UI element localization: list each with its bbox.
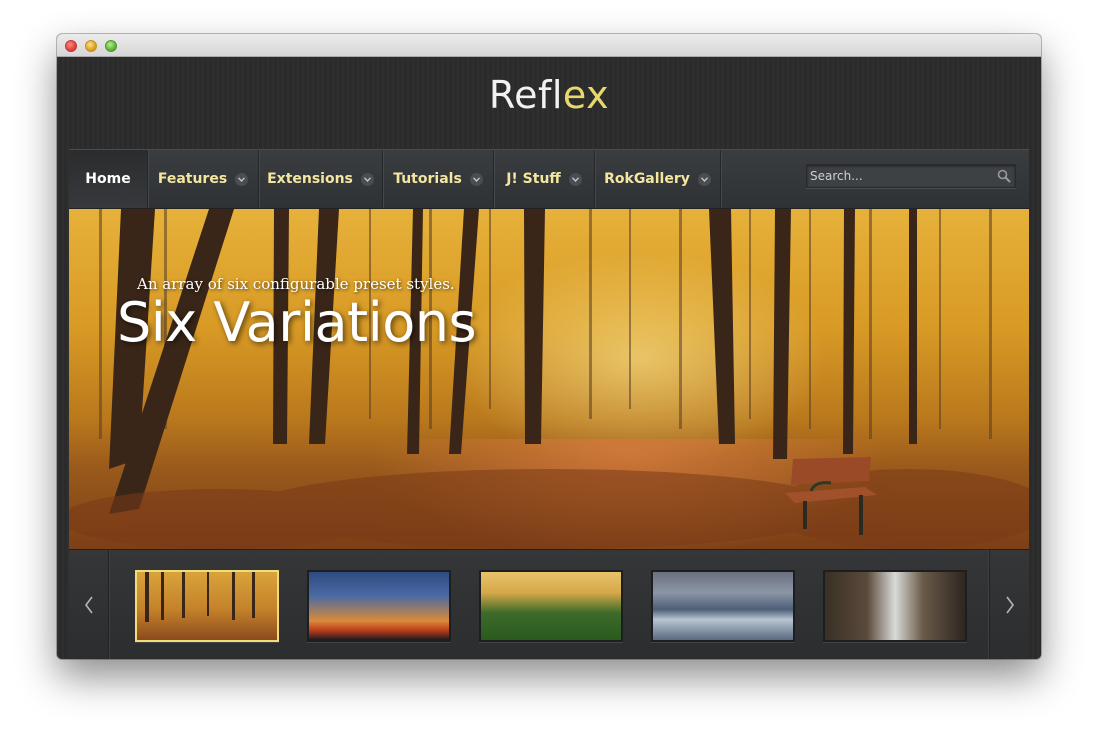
thumbnail-image bbox=[137, 572, 277, 640]
chevron-left-icon bbox=[84, 596, 93, 614]
thumbnail-sunset-clouds[interactable] bbox=[307, 570, 451, 642]
nav-extensions[interactable]: Extensions bbox=[259, 150, 383, 208]
nav-features[interactable]: Features bbox=[148, 150, 259, 208]
bench-image bbox=[785, 457, 877, 535]
nav-extensions-label: Extensions bbox=[267, 171, 353, 187]
browser-window: Reflex Home Features Extensions Tutorial… bbox=[57, 34, 1041, 659]
title-bar bbox=[57, 34, 1041, 57]
gallery-thumbnail-strip bbox=[69, 549, 1029, 659]
previous-slide-button[interactable] bbox=[69, 550, 109, 659]
nav-home-label: Home bbox=[85, 171, 131, 187]
hero-title: Six Variations bbox=[117, 291, 477, 354]
chevron-down-icon bbox=[360, 172, 374, 186]
search-input[interactable] bbox=[807, 165, 993, 187]
nav-rokgallery-label: RokGallery bbox=[604, 171, 690, 187]
chevron-down-icon bbox=[568, 172, 582, 186]
search-icon[interactable] bbox=[993, 165, 1015, 187]
zoom-window-button[interactable] bbox=[105, 40, 117, 52]
nav-home[interactable]: Home bbox=[69, 150, 148, 208]
nav-j-stuff[interactable]: J! Stuff bbox=[494, 150, 595, 208]
thumbnail-image bbox=[309, 572, 449, 640]
close-window-button[interactable] bbox=[65, 40, 77, 52]
nav-rokgallery[interactable]: RokGallery bbox=[595, 150, 721, 208]
chevron-down-icon bbox=[697, 172, 711, 186]
main-navigation: Home Features Extensions Tutorials J! St… bbox=[69, 149, 1029, 209]
thumbnail-mountain-lake[interactable] bbox=[651, 570, 795, 642]
thumbnail-green-field[interactable] bbox=[479, 570, 623, 642]
forest-scene-image bbox=[69, 209, 1029, 549]
nav-features-label: Features bbox=[157, 171, 228, 187]
chevron-right-icon bbox=[1005, 596, 1014, 614]
search-box bbox=[806, 164, 1016, 188]
thumbnail-image bbox=[825, 572, 965, 640]
thumbnail-autumn-forest[interactable] bbox=[135, 570, 279, 642]
thumbnail-image bbox=[653, 572, 793, 640]
logo-accent: ex bbox=[562, 73, 610, 117]
nav-j-stuff-label: J! Stuff bbox=[506, 171, 561, 187]
nav-tutorials-label: Tutorials bbox=[393, 171, 462, 187]
site-logo[interactable]: Reflex bbox=[57, 73, 1041, 117]
chevron-down-icon bbox=[469, 172, 483, 186]
site-page: Reflex Home Features Extensions Tutorial… bbox=[57, 57, 1041, 659]
minimize-window-button[interactable] bbox=[85, 40, 97, 52]
chevron-down-icon bbox=[235, 172, 249, 186]
nav-tutorials[interactable]: Tutorials bbox=[383, 150, 494, 208]
thumbnail-waterfall[interactable] bbox=[823, 570, 967, 642]
thumbnail-image bbox=[481, 572, 621, 640]
hero-slideshow: An array of six configurable preset styl… bbox=[69, 209, 1029, 549]
logo-text: Refl bbox=[488, 73, 563, 117]
next-slide-button[interactable] bbox=[989, 550, 1029, 659]
